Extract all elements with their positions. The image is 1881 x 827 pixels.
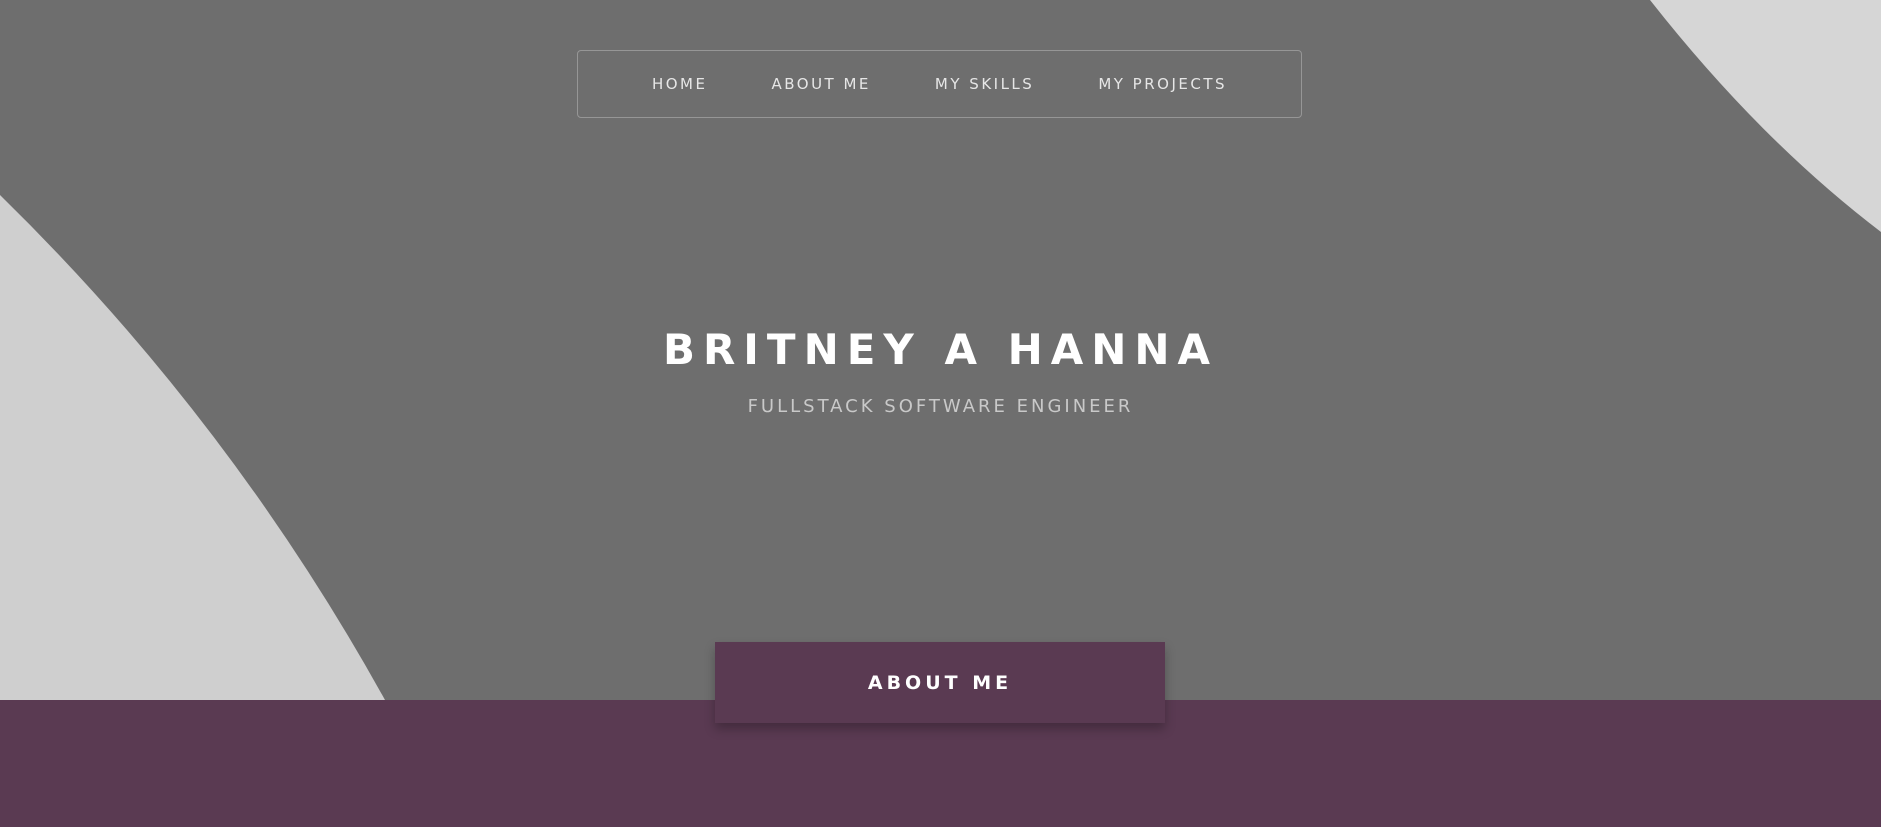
nav-skills-link[interactable]: MY SKILLS: [935, 75, 1034, 93]
hero-subtitle: FULLSTACK SOFTWARE ENGINEER: [747, 396, 1134, 417]
portfolio-page: HOME ABOUT ME MY SKILLS MY PROJECTS BRIT…: [0, 0, 1881, 827]
nav-about-link[interactable]: ABOUT ME: [771, 75, 870, 93]
main-nav: HOME ABOUT ME MY SKILLS MY PROJECTS: [577, 50, 1302, 118]
hero-title: BRITNEY A HANNA: [662, 325, 1219, 374]
hero-section: HOME ABOUT ME MY SKILLS MY PROJECTS BRIT…: [0, 0, 1881, 700]
about-section-tab[interactable]: ABOUT ME: [715, 642, 1165, 723]
nav-home-link[interactable]: HOME: [652, 75, 708, 93]
nav-projects-link[interactable]: MY PROJECTS: [1098, 75, 1227, 93]
